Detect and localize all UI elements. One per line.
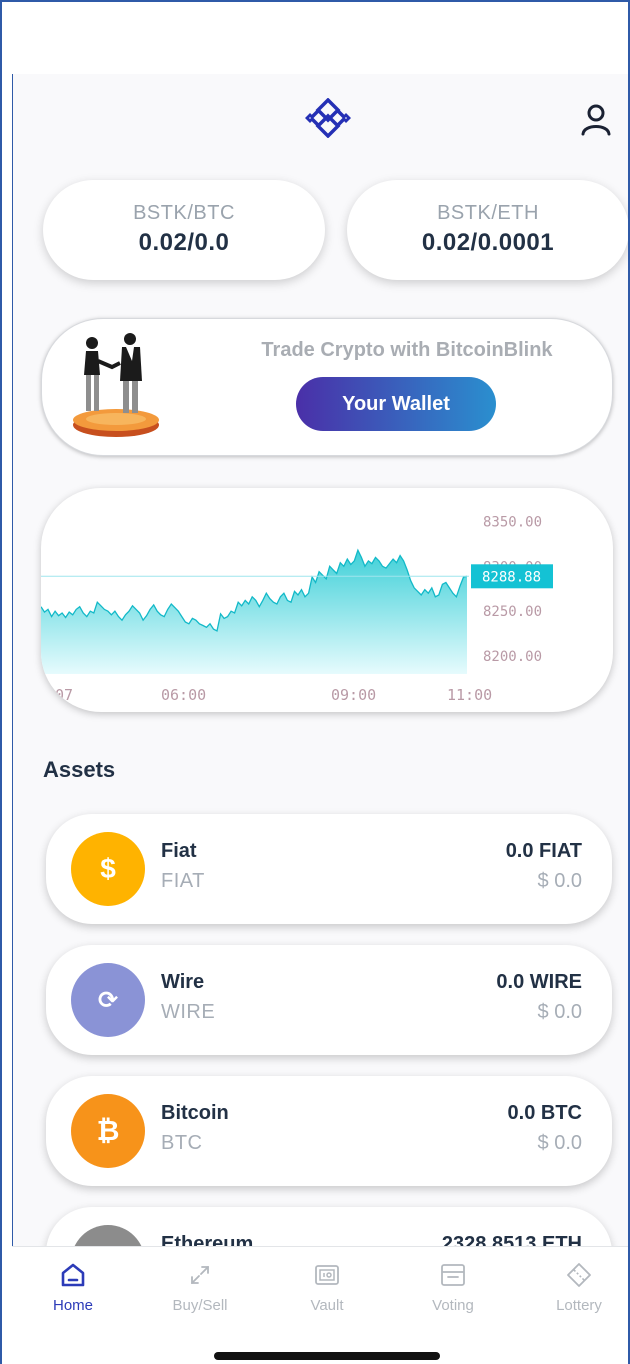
tab-lottery[interactable]: Lottery bbox=[524, 1247, 628, 1327]
pair-label: BSTK/ETH bbox=[437, 202, 539, 224]
bitcoin-icon: ₿ bbox=[71, 1094, 145, 1168]
home-icon bbox=[61, 1263, 85, 1287]
dollar-icon: $ bbox=[71, 832, 145, 906]
asset-usd-value: $ 0.0 bbox=[537, 870, 582, 892]
price-chart[interactable]: 8350.008300.008250.008200.008288.880706:… bbox=[41, 488, 613, 712]
y-tick-label: 8200.00 bbox=[483, 649, 542, 665]
price-chart-card: 8350.008300.008250.008200.008288.880706:… bbox=[41, 488, 613, 712]
asset-name: Ethereum bbox=[161, 1233, 254, 1246]
asset-amount: 0.0 FIAT bbox=[505, 840, 582, 862]
asset-card-ethereum[interactable]: Ethereum 2328.8513 ETH bbox=[46, 1207, 612, 1246]
pair-value: 0.02/0.0001 bbox=[421, 229, 555, 256]
asset-amount: 0.0 BTC bbox=[507, 1102, 582, 1124]
bottom-tab-bar: Home Buy/Sell Vault Voting Lottery bbox=[12, 1246, 628, 1364]
ticket-icon bbox=[567, 1263, 591, 1287]
home-screen: BSTK/BTC 0.02/0.0 BSTK/ETH 0.02/0.0001 T… bbox=[12, 74, 628, 1246]
pair-card-bstk-btc[interactable]: BSTK/BTC 0.02/0.0 bbox=[43, 180, 325, 280]
tab-home[interactable]: Home bbox=[18, 1247, 128, 1327]
bitcoinblink-logo-icon[interactable] bbox=[303, 98, 353, 138]
vault-icon bbox=[315, 1265, 339, 1285]
swap-arrows-icon bbox=[191, 1266, 209, 1284]
asset-amount: 2328.8513 ETH bbox=[441, 1233, 582, 1246]
status-bar bbox=[2, 2, 628, 74]
asset-name: Wire bbox=[161, 971, 205, 993]
ethereum-icon bbox=[71, 1225, 145, 1246]
ballot-box-icon bbox=[441, 1264, 465, 1286]
price-pairs: BSTK/BTC 0.02/0.0 BSTK/ETH 0.02/0.0001 bbox=[43, 180, 628, 280]
promo-banner: Trade Crypto with BitcoinBlink Your Wall… bbox=[41, 318, 613, 456]
y-tick-label: 8350.00 bbox=[483, 514, 542, 530]
asset-card-bitcoin[interactable]: ₿ Bitcoin BTC 0.0 BTC $ 0.0 bbox=[46, 1076, 612, 1186]
asset-name: Bitcoin bbox=[161, 1102, 229, 1124]
asset-name: Fiat bbox=[161, 840, 197, 862]
device-frame: BSTK/BTC 0.02/0.0 BSTK/ETH 0.02/0.0001 T… bbox=[0, 0, 630, 1364]
asset-symbol: WIRE bbox=[161, 1001, 216, 1023]
your-wallet-button[interactable]: Your Wallet bbox=[296, 377, 496, 431]
asset-amount: 0.0 WIRE bbox=[496, 971, 582, 993]
tab-buy-sell[interactable]: Buy/Sell bbox=[145, 1247, 255, 1327]
asset-symbol: BTC bbox=[161, 1132, 203, 1154]
x-tick-label: 11:00 bbox=[447, 686, 492, 704]
sync-arrows-icon: ⟳ bbox=[71, 963, 145, 1037]
tab-label: Home bbox=[52, 1297, 93, 1314]
top-bar bbox=[13, 74, 628, 169]
profile-icon[interactable] bbox=[581, 104, 611, 136]
x-tick-label: 07 bbox=[55, 686, 73, 704]
assets-heading: Assets bbox=[43, 757, 116, 782]
tab-label: Lottery bbox=[556, 1297, 602, 1314]
handshake-illustration-icon bbox=[73, 333, 159, 437]
pair-card-bstk-eth[interactable]: BSTK/ETH 0.02/0.0001 bbox=[347, 180, 628, 280]
x-tick-label: 06:00 bbox=[161, 686, 206, 704]
price-area-series bbox=[41, 550, 467, 674]
asset-card-wire[interactable]: ⟳ Wire WIRE 0.0 WIRE $ 0.0 bbox=[46, 945, 612, 1055]
tab-vault[interactable]: Vault bbox=[272, 1247, 382, 1327]
tab-voting[interactable]: Voting bbox=[398, 1247, 508, 1327]
pair-label: BSTK/BTC bbox=[133, 202, 235, 224]
tab-label: Vault bbox=[310, 1297, 344, 1314]
asset-usd-value: $ 0.0 bbox=[537, 1001, 582, 1023]
asset-card-fiat[interactable]: $ Fiat FIAT 0.0 FIAT $ 0.0 bbox=[46, 814, 612, 924]
tab-label: Buy/Sell bbox=[172, 1297, 228, 1314]
asset-symbol: FIAT bbox=[161, 870, 205, 892]
asset-usd-value: $ 0.0 bbox=[537, 1132, 582, 1154]
y-tick-label: 8250.00 bbox=[483, 604, 542, 620]
promo-tagline: Trade Crypto with BitcoinBlink bbox=[261, 339, 553, 361]
x-tick-label: 09:00 bbox=[331, 686, 376, 704]
home-indicator bbox=[214, 1352, 440, 1360]
pair-value: 0.02/0.0 bbox=[138, 229, 230, 256]
current-price-label: 8288.88 bbox=[482, 569, 541, 585]
tab-label: Voting bbox=[432, 1297, 474, 1314]
